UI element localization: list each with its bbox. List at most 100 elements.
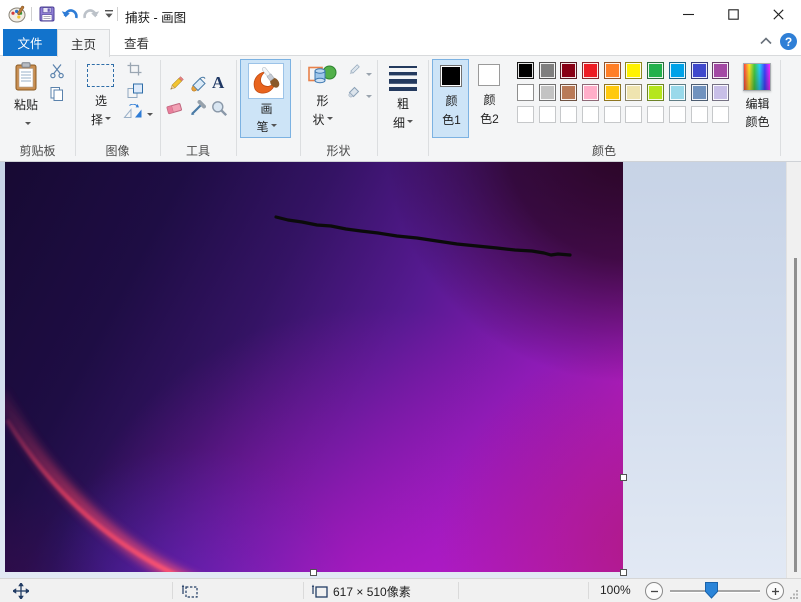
palette-swatch-empty[interactable] [712,106,729,123]
help-icon[interactable]: ? [780,33,797,50]
redo-button[interactable] [82,6,100,22]
color2-label-line2: 色2 [471,111,508,128]
paste-label: 粘贴 [6,97,46,114]
cut-button[interactable] [49,63,65,79]
resize-handle-bottom[interactable] [310,569,317,576]
palette-swatch[interactable] [517,62,534,79]
divider [236,60,237,156]
palette-swatch[interactable] [691,84,708,101]
size-label-line2: 细 [381,115,425,132]
close-button[interactable] [756,0,801,29]
size-button[interactable]: 粗 细 [381,59,425,137]
vertical-scrollbar[interactable] [786,162,801,578]
fill-tool-button[interactable] [189,75,208,93]
dropdown-caret [105,117,111,123]
edit-colors-button[interactable]: 编辑 颜色 [736,59,779,137]
size-label-line1: 粗 [381,96,425,113]
scrollbar-thumb[interactable] [794,258,797,572]
palette-swatch-empty[interactable] [625,106,642,123]
color2-swatch [478,64,500,86]
color1-button[interactable]: 颜 色1 [432,59,469,138]
palette-swatch[interactable] [669,62,686,79]
dropdown-caret [327,117,333,123]
resize-handle-right[interactable] [620,474,627,481]
color1-label-line2: 色1 [433,112,470,129]
palette-swatch-empty[interactable] [604,106,621,123]
collapse-ribbon-button[interactable] [760,37,772,45]
minimize-button[interactable] [666,0,711,29]
zoom-out-button[interactable] [645,582,663,600]
color1-label-line1: 颜 [433,93,470,110]
palette-swatch[interactable] [539,62,556,79]
palette-swatch[interactable] [604,62,621,79]
maximize-button[interactable] [711,0,756,29]
group-label-colors: 颜色 [428,142,780,159]
clipboard-icon [14,62,38,92]
palette-swatch-empty[interactable] [669,106,686,123]
tab-home[interactable]: 主页 [57,29,110,57]
resize-grip[interactable] [789,589,799,599]
palette-row-3 [517,106,729,123]
eraser-tool-button[interactable] [165,101,184,116]
magnifier-tool-button[interactable] [211,100,228,117]
selection-rect-icon [87,64,114,87]
palette-swatch[interactable] [582,84,599,101]
canvas-image[interactable] [5,162,623,572]
palette-swatch[interactable] [712,84,729,101]
zoom-in-button[interactable] [766,582,784,600]
palette-swatch-empty[interactable] [647,106,664,123]
resize-handle-corner[interactable] [620,569,627,576]
shape-outline-button[interactable] [347,63,361,77]
palette-swatch[interactable] [517,84,534,101]
line-size-icon [389,65,417,96]
palette-swatch-empty[interactable] [560,106,577,123]
brush-icon [248,63,284,99]
shapes-button[interactable]: 形 状 [303,59,342,137]
brushes-button[interactable]: 画 笔 [240,59,291,138]
color-picker-tool-button[interactable] [189,100,206,117]
copy-button[interactable] [49,86,65,102]
qat-customize-button[interactable] [104,10,114,19]
divider [117,7,118,21]
palette-row-2 [517,84,729,101]
palette-swatch[interactable] [539,84,556,101]
palette-swatch[interactable] [669,84,686,101]
palette-swatch[interactable] [625,62,642,79]
tab-file[interactable]: 文件 [3,29,57,56]
shapes-label-line2: 状 [303,112,342,129]
titlebar: 捕获 - 画图 [0,0,801,29]
palette-swatch[interactable] [691,62,708,79]
palette-swatch[interactable] [604,84,621,101]
zoom-slider-handle[interactable] [705,582,718,599]
select-label-line1: 选 [82,93,120,110]
dropdown-caret [407,120,413,126]
palette-swatch[interactable] [647,62,664,79]
save-button[interactable] [39,6,55,22]
crop-button[interactable] [127,62,142,76]
palette-swatch[interactable] [560,84,577,101]
palette-swatch[interactable] [647,84,664,101]
palette-swatch-empty[interactable] [517,106,534,123]
edit-colors-label-line2: 颜色 [736,114,779,131]
palette-swatch-empty[interactable] [539,106,556,123]
undo-button[interactable] [61,6,79,22]
color2-button[interactable]: 颜 色2 [471,59,508,138]
paste-button[interactable]: 粘贴 [6,59,46,137]
color1-swatch [440,65,462,87]
edit-colors-label-line1: 编辑 [736,96,779,113]
palette-swatch[interactable] [582,62,599,79]
palette-swatch[interactable] [712,62,729,79]
palette-swatch-empty[interactable] [582,106,599,123]
palette-swatch-empty[interactable] [691,106,708,123]
pencil-tool-button[interactable] [167,75,185,93]
palette-swatch[interactable] [560,62,577,79]
shapes-label-line1: 形 [303,93,342,110]
resize-button[interactable] [127,83,144,99]
palette-swatch[interactable] [625,84,642,101]
tab-view[interactable]: 查看 [110,29,163,56]
text-tool-button[interactable]: A [212,74,224,92]
shape-fill-button[interactable] [347,85,361,99]
rotate-button[interactable] [123,104,144,119]
group-label-image: 图像 [75,142,160,159]
select-button[interactable]: 选 择 [82,59,120,137]
